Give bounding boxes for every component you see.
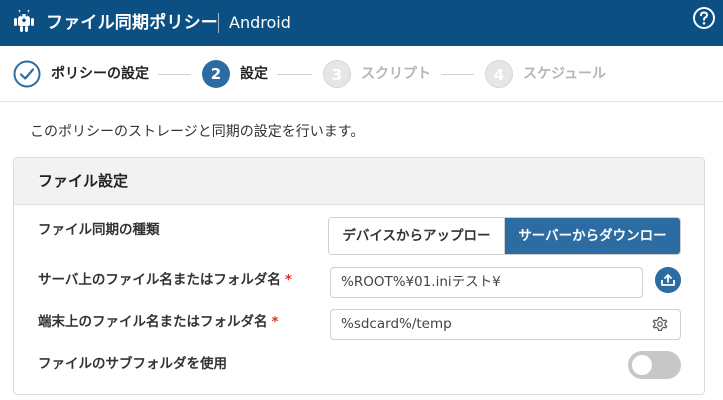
device-path-label-text: 端末上のファイル名またはフォルダ名 xyxy=(38,314,268,330)
header-divider xyxy=(218,13,219,33)
subfolders-toggle[interactable] xyxy=(628,351,681,379)
server-path-label: サーバ上のファイル名またはフォルダ名 * xyxy=(38,268,292,288)
wizard-stepper: ポリシーの設定 2 設定 3 スクリプト 4 スケジュール xyxy=(0,46,723,102)
step-number: 3 xyxy=(323,60,351,88)
file-settings-card: ファイル設定 ファイル同期の種類 デバイスからアップロー サーバーからダウンロー… xyxy=(13,157,705,395)
android-robot-icon xyxy=(14,9,34,32)
check-circle-icon xyxy=(13,60,41,88)
server-path-label-text: サーバ上のファイル名またはフォルダ名 xyxy=(38,272,281,288)
subfolders-label: ファイルのサブフォルダを使用 xyxy=(38,356,227,372)
card-header: ファイル設定 xyxy=(14,158,704,205)
sync-type-label: ファイル同期の種類 xyxy=(38,222,160,238)
help-circle-icon[interactable] xyxy=(692,6,716,30)
step-label: スクリプト xyxy=(361,66,431,82)
policy-title: ファイル同期ポリシー xyxy=(46,13,218,33)
sync-type-segmented-control: デバイスからアップロー サーバーからダウンロー xyxy=(328,217,681,255)
step-number: 4 xyxy=(485,60,513,88)
app-header: ファイル同期ポリシー Android xyxy=(0,0,723,46)
download-from-server-option[interactable]: サーバーからダウンロー xyxy=(505,218,680,254)
gear-icon[interactable] xyxy=(651,315,669,333)
step-connector xyxy=(441,74,474,75)
device-path-label: 端末上のファイル名またはフォルダ名 * xyxy=(38,310,279,330)
device-path-input[interactable]: %sdcard%/temp xyxy=(330,309,681,340)
step-connector xyxy=(158,74,191,75)
upload-icon[interactable] xyxy=(655,267,681,293)
server-path-input[interactable]: %ROOT%¥01.iniテスト¥ xyxy=(330,267,643,298)
platform-label: Android xyxy=(229,13,291,32)
step-label: スケジュール xyxy=(523,66,607,82)
step-connector xyxy=(277,74,312,75)
required-mark: * xyxy=(284,272,292,288)
step-label: 設定 xyxy=(240,66,268,82)
card-title: ファイル設定 xyxy=(38,172,129,190)
page-description: このポリシーのストレージと同期の設定を行います。 xyxy=(30,124,365,140)
toggle-knob xyxy=(632,355,652,375)
required-mark: * xyxy=(271,314,279,330)
step-label: ポリシーの設定 xyxy=(51,66,149,82)
step-number: 2 xyxy=(202,60,230,88)
upload-from-device-option[interactable]: デバイスからアップロー xyxy=(329,218,505,254)
